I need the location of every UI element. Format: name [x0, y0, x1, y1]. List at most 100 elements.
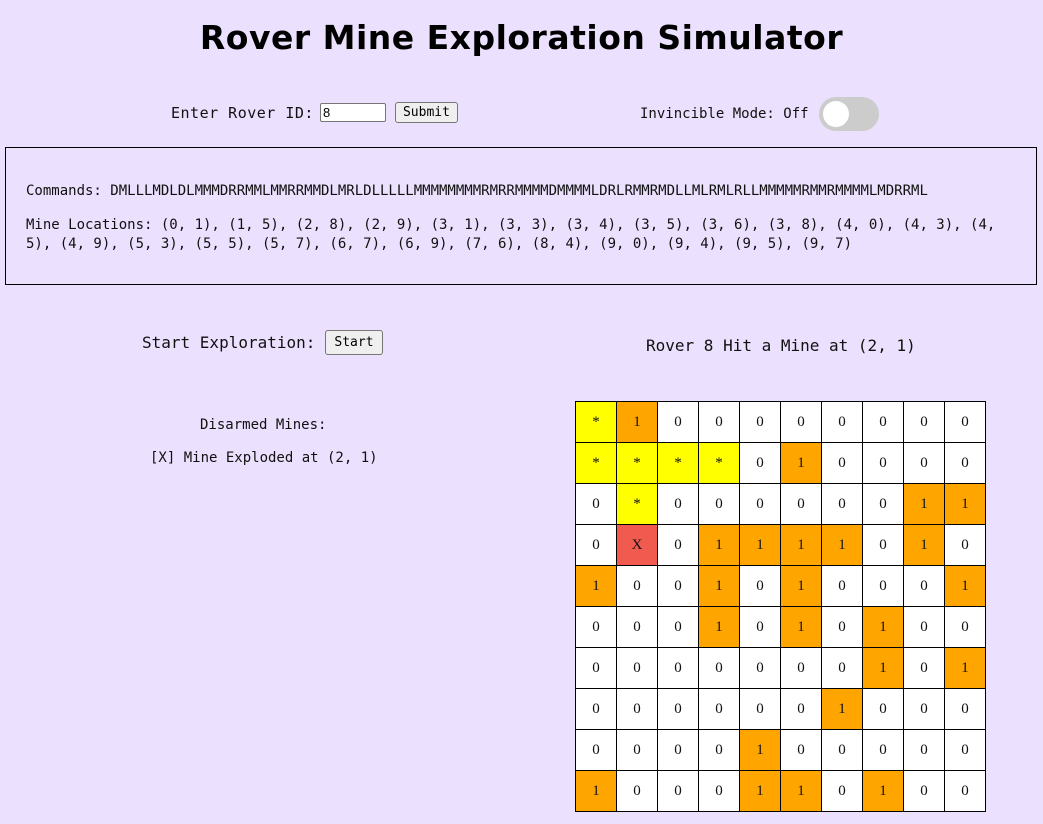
grid-cell: 0	[862, 565, 904, 607]
mine-grid: * 1 0 0 0 0 0 0 0 0 * * * * 0 1 0 0 0 0 0 * 0 0 0 0 0 0 1 1 0 X 0 1 1 1 1 0 1 0…	[575, 401, 986, 812]
grid-cell: 0	[821, 565, 863, 607]
grid-cell: 1	[698, 565, 740, 607]
grid-row: * * * * 0 1 0 0 0 0	[575, 442, 986, 484]
grid-row: 1000110100	[575, 770, 986, 812]
grid-cell: 0	[862, 524, 904, 566]
grid-cell: 1	[698, 524, 740, 566]
grid-cell: *	[575, 401, 617, 443]
grid-cell: *	[698, 442, 740, 484]
grid-cell: 0	[780, 729, 822, 771]
grid-cell: 1	[780, 524, 822, 566]
disarmed-mine-item: [X] Mine Exploded at (2, 1)	[150, 450, 378, 466]
grid-cell: 0	[657, 524, 699, 566]
grid-cell: 0	[657, 647, 699, 689]
start-exploration: Start Exploration: Start	[142, 330, 383, 355]
grid-cell: 0	[657, 565, 699, 607]
grid-cell: 0	[903, 770, 945, 812]
grid-cell: 1	[739, 770, 781, 812]
grid-cell: 0	[739, 688, 781, 730]
grid-cell: 0	[780, 647, 822, 689]
grid-cell: 1	[821, 688, 863, 730]
grid-cell: 1	[780, 565, 822, 607]
grid-cell: 0	[944, 729, 986, 771]
grid-cell: 0	[698, 647, 740, 689]
grid-cell: 0	[739, 606, 781, 648]
grid-cell: 0	[657, 729, 699, 771]
grid-cell: 0	[944, 442, 986, 484]
grid-cell: 1	[780, 606, 822, 648]
grid-row: 0 * 0 0 0 0 0 0 1 1	[575, 483, 986, 525]
grid-cell: 0	[862, 401, 904, 443]
grid-cell: 0	[821, 647, 863, 689]
grid-cell: 0	[780, 688, 822, 730]
grid-cell: 0	[862, 483, 904, 525]
grid-cell: 0	[821, 442, 863, 484]
rover-id-label: Enter Rover ID:	[171, 103, 314, 122]
grid-cell: 0	[862, 442, 904, 484]
grid-cell: 0	[575, 729, 617, 771]
grid-cell: 1	[616, 401, 658, 443]
grid-cell: 1	[739, 524, 781, 566]
grid-cell: 0	[575, 688, 617, 730]
grid-cell: *	[616, 442, 658, 484]
grid-row: 1001010001	[575, 565, 986, 607]
grid-cell: 1	[944, 647, 986, 689]
grid-cell: 0	[821, 401, 863, 443]
rover-id-form: Enter Rover ID: Submit	[171, 102, 458, 123]
submit-button[interactable]: Submit	[394, 102, 458, 123]
grid-cell: 1	[862, 770, 904, 812]
grid-cell: 1	[862, 647, 904, 689]
mission-info-box: Commands: DMLLLMDLDLMMMDRRMMLMMRRMMDLMRL…	[5, 147, 1037, 285]
grid-cell: *	[616, 483, 658, 525]
toggle-knob	[822, 101, 849, 127]
grid-cell: 0	[616, 565, 658, 607]
grid-cell: 0	[575, 483, 617, 525]
start-exploration-label: Start Exploration:	[142, 333, 316, 352]
grid-cell: 0	[698, 770, 740, 812]
page-title: Rover Mine Exploration Simulator	[199, 18, 844, 57]
grid-cell: 0	[575, 647, 617, 689]
grid-row: 0000000101	[575, 647, 986, 689]
grid-cell: 0	[903, 647, 945, 689]
grid-cell: 0	[862, 688, 904, 730]
grid-cell: 0	[657, 770, 699, 812]
grid-cell: 0	[616, 770, 658, 812]
grid-cell: 0	[616, 647, 658, 689]
disarmed-mines-list: [X] Mine Exploded at (2, 1)	[150, 450, 378, 466]
grid-cell: 0	[821, 770, 863, 812]
grid-cell: 0	[821, 606, 863, 648]
grid-cell: 0	[575, 524, 617, 566]
grid-row: * 1 0 0 0 0 0 0 0 0	[575, 401, 986, 443]
grid-cell: 0	[903, 688, 945, 730]
grid-cell: 0	[575, 606, 617, 648]
grid-cell: 0	[698, 688, 740, 730]
grid-cell: 0	[903, 606, 945, 648]
grid-cell: X	[616, 524, 658, 566]
grid-cell: 0	[739, 483, 781, 525]
grid-cell: 0	[821, 483, 863, 525]
grid-cell: 1	[903, 483, 945, 525]
grid-cell: 0	[698, 401, 740, 443]
grid-cell: *	[657, 442, 699, 484]
grid-cell: 1	[862, 606, 904, 648]
grid-row: 0X01111010	[575, 524, 986, 566]
start-button[interactable]: Start	[325, 330, 383, 355]
invincible-mode-label: Invincible Mode: Off	[640, 106, 809, 122]
grid-cell: 0	[698, 729, 740, 771]
grid-cell: 0	[657, 483, 699, 525]
grid-cell: 1	[780, 442, 822, 484]
grid-row: 0001010100	[575, 606, 986, 648]
grid-cell: 1	[575, 770, 617, 812]
invincible-toggle[interactable]	[818, 97, 879, 131]
grid-cell: 1	[944, 565, 986, 607]
grid-cell: 0	[657, 401, 699, 443]
grid-cell: 0	[862, 729, 904, 771]
grid-cell: 0	[944, 401, 986, 443]
grid-cell: 0	[739, 401, 781, 443]
grid-cell: 0	[944, 770, 986, 812]
status-message: Rover 8 Hit a Mine at (2, 1)	[646, 336, 916, 355]
rover-id-input[interactable]	[319, 103, 386, 122]
grid-row: 0000001000	[575, 688, 986, 730]
commands-text: Commands: DMLLLMDLDLMMMDRRMMLMMRRMMDLMRL…	[26, 183, 928, 199]
disarmed-mines-title: Disarmed Mines:	[200, 417, 327, 433]
